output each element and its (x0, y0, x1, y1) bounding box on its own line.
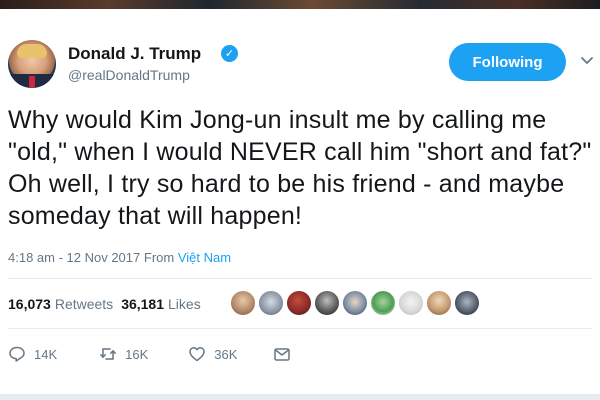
liker-avatar[interactable] (370, 290, 396, 316)
verified-badge-icon: ✓ (221, 45, 238, 62)
tweet-header: Donald J. Trump ✓ @realDonaldTrump Follo… (8, 40, 595, 92)
like-button[interactable]: 36K (188, 345, 237, 363)
like-count: 36K (214, 346, 238, 362)
liker-avatar[interactable] (398, 290, 424, 316)
from-label: From (143, 250, 175, 265)
following-button[interactable]: Following (449, 43, 566, 81)
divider (8, 328, 592, 329)
tweet-metadata: 4:18 am - 12 Nov 2017 From Việt Nam (8, 250, 231, 265)
divider (8, 278, 592, 279)
reply-button[interactable]: 14K (8, 345, 57, 363)
bottom-border (0, 394, 600, 400)
liker-avatar[interactable] (426, 290, 452, 316)
reply-icon (9, 346, 25, 362)
chevron-down-icon[interactable] (579, 52, 595, 68)
avatar-tie (29, 76, 35, 88)
liker-avatar[interactable] (342, 290, 368, 316)
author-handle[interactable]: @realDonaldTrump (68, 67, 190, 83)
tweet-text: Why would Kim Jong-un insult me by calli… (8, 106, 592, 230)
liker-avatars (230, 290, 480, 318)
liker-avatar[interactable] (286, 290, 312, 316)
liker-avatar[interactable] (314, 290, 340, 316)
direct-message-button[interactable] (273, 345, 291, 363)
background-photo-strip (0, 0, 600, 9)
likes-label[interactable]: Likes (168, 296, 201, 312)
tweet-location-link[interactable]: Việt Nam (178, 250, 231, 265)
liker-avatar[interactable] (258, 290, 284, 316)
retweets-label[interactable]: Retweets (55, 296, 113, 312)
reply-count: 14K (34, 346, 58, 362)
author-avatar[interactable] (8, 40, 56, 88)
retweet-button[interactable]: 16K (99, 345, 148, 363)
envelope-icon (274, 348, 291, 361)
retweet-icon (100, 348, 117, 360)
liker-avatar[interactable] (230, 290, 256, 316)
tweet-actions: 14K 16K 36K (8, 342, 291, 366)
avatar-hair (17, 44, 47, 58)
retweet-count: 16K (125, 346, 149, 362)
tweet-timestamp[interactable]: 4:18 am - 12 Nov 2017 (8, 250, 140, 265)
retweets-count[interactable]: 16,073 (8, 296, 51, 312)
likes-count[interactable]: 36,181 (121, 296, 164, 312)
engagement-stats: 16,073 Retweets 36,181 Likes (8, 294, 201, 314)
heart-icon (189, 347, 206, 362)
liker-avatar[interactable] (454, 290, 480, 316)
author-display-name[interactable]: Donald J. Trump (68, 44, 201, 64)
